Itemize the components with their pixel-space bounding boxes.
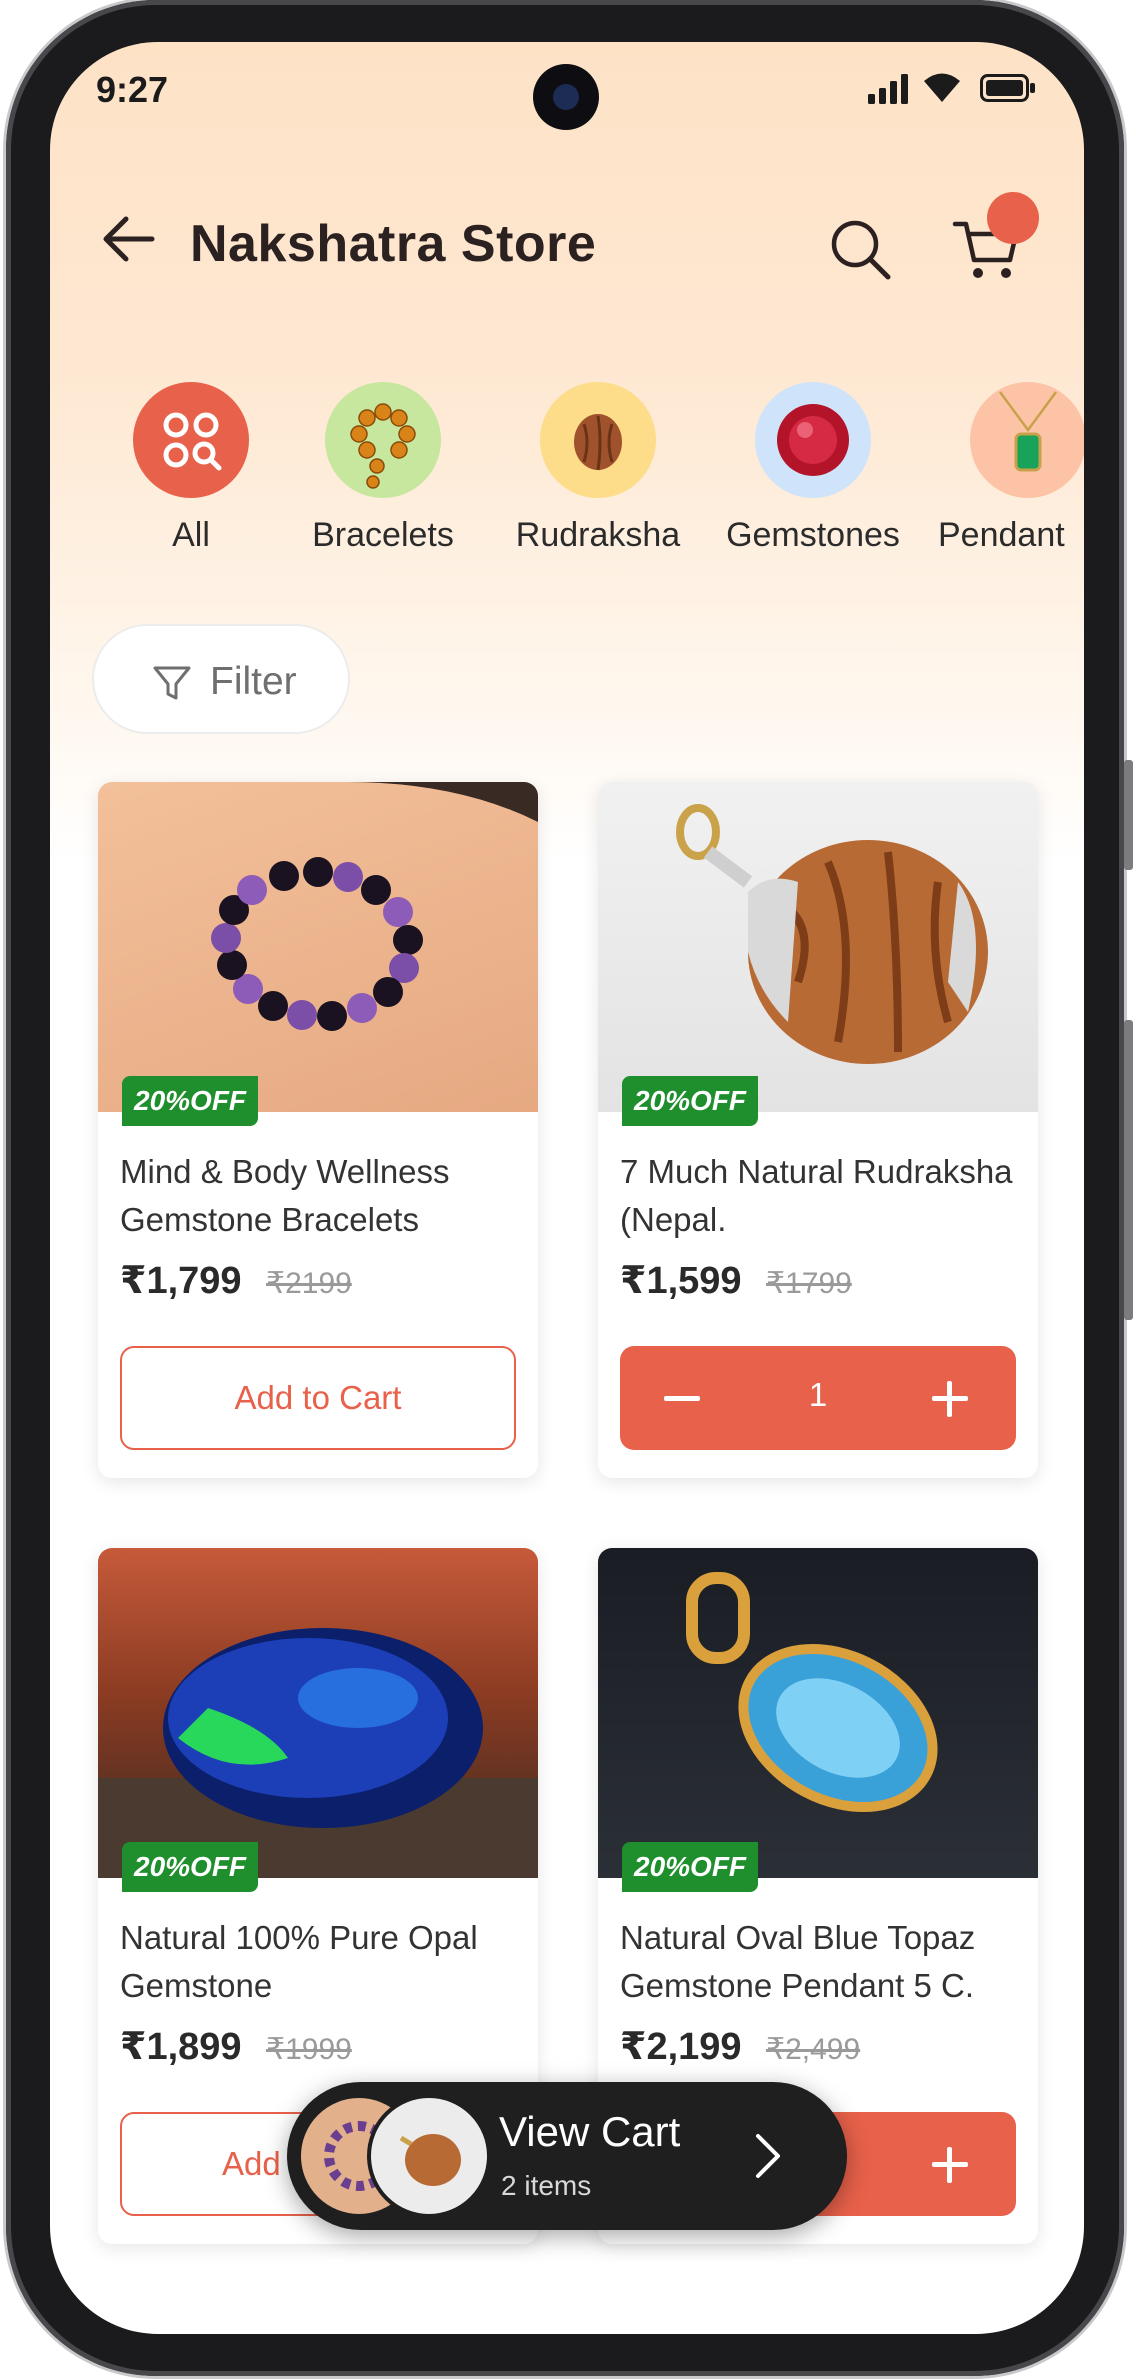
opal-gemstone-image — [98, 1548, 538, 1878]
front-camera — [533, 64, 599, 130]
status-time: 9:27 — [96, 69, 169, 110]
chevron-right-icon — [753, 2132, 783, 2185]
product-mrp: ₹2199 — [266, 1267, 352, 1300]
product-card[interactable]: 20%OFF Mind & Body Wellness Gemstone Bra… — [98, 782, 538, 1478]
category-label: Rudraksha — [515, 516, 681, 554]
purple-bead-bracelet-image — [98, 782, 538, 1112]
green-pendant-image — [970, 382, 1084, 498]
power-button — [1124, 1020, 1133, 1320]
product-mrp: ₹1799 — [766, 1267, 852, 1300]
search-icon[interactable] — [828, 217, 892, 286]
category-bracelets[interactable]: Bracelets — [298, 382, 468, 555]
cart-item-count: 2 items — [501, 2170, 592, 2201]
category-pendant[interactable]: Pendant — [938, 382, 1084, 555]
product-name: Mind & Body Wellness Gemstone Bracelets — [120, 1153, 450, 1238]
cart-count-badge — [987, 192, 1039, 244]
quantity-stepper: 1 — [620, 1346, 1016, 1450]
volume-button — [1124, 760, 1133, 870]
blue-topaz-pendant-image — [598, 1548, 1038, 1878]
product-name: 7 Much Natural Rudraksha (Nepal. — [620, 1153, 1013, 1238]
product-name: Natural Oval Blue Topaz Gemstone Pendant… — [620, 1919, 976, 2004]
category-label: Bracelets — [312, 516, 454, 554]
plus-icon — [947, 1381, 952, 1417]
view-cart-button[interactable]: View Cart 2 items — [287, 2082, 847, 2230]
product-price: ₹1,799 — [120, 1260, 242, 1302]
view-cart-label: View Cart — [499, 2108, 681, 2155]
wifi-icon — [922, 70, 962, 109]
discount-badge: 20%OFF — [622, 1076, 759, 1126]
category-all[interactable]: All — [126, 382, 256, 555]
add-to-cart-button[interactable]: Add to Cart — [120, 1346, 516, 1450]
filter-label: Filter — [210, 660, 297, 703]
rudraksha-bead-image — [540, 382, 656, 498]
screen: 9:27 Nakshatra Store All Bracelets Rudra… — [50, 42, 1084, 2334]
category-label: All — [172, 516, 210, 554]
product-price: ₹1,899 — [120, 2026, 242, 2068]
rudraksha-pendant-image — [598, 782, 1038, 1112]
filter-icon — [152, 664, 192, 709]
discount-badge: 20%OFF — [122, 1842, 259, 1892]
signal-icon — [868, 72, 912, 109]
battery-icon — [980, 74, 1036, 107]
product-price: ₹1,599 — [620, 1260, 742, 1302]
product-name: Natural 100% Pure Opal Gemstone — [120, 1919, 478, 2004]
plus-icon-vertical — [947, 2147, 952, 2183]
cart-thumb-rudraksha — [367, 2094, 491, 2218]
product-price: ₹2,199 — [620, 2026, 742, 2068]
category-label: Gemstones — [726, 516, 900, 554]
add-button-label: Add — [222, 2145, 281, 2182]
bead-bracelet-image — [325, 382, 441, 498]
category-label: Pendant — [938, 516, 1065, 554]
back-arrow-icon[interactable] — [100, 214, 156, 269]
red-gemstone-image — [755, 382, 871, 498]
grid-search-icon — [133, 382, 249, 498]
product-mrp: ₹2,499 — [766, 2033, 861, 2066]
page-title: Nakshatra Store — [190, 215, 597, 273]
discount-badge: 20%OFF — [122, 1076, 259, 1126]
product-mrp: ₹1999 — [266, 2033, 352, 2066]
product-card[interactable]: 20%OFF 7 Much Natural Rudraksha (Nepal. … — [598, 782, 1038, 1478]
category-rudraksha[interactable]: Rudraksha — [508, 382, 688, 555]
category-gemstones[interactable]: Gemstones — [718, 382, 908, 555]
quantity-value: 1 — [808, 1376, 828, 1413]
discount-badge: 20%OFF — [622, 1842, 759, 1892]
